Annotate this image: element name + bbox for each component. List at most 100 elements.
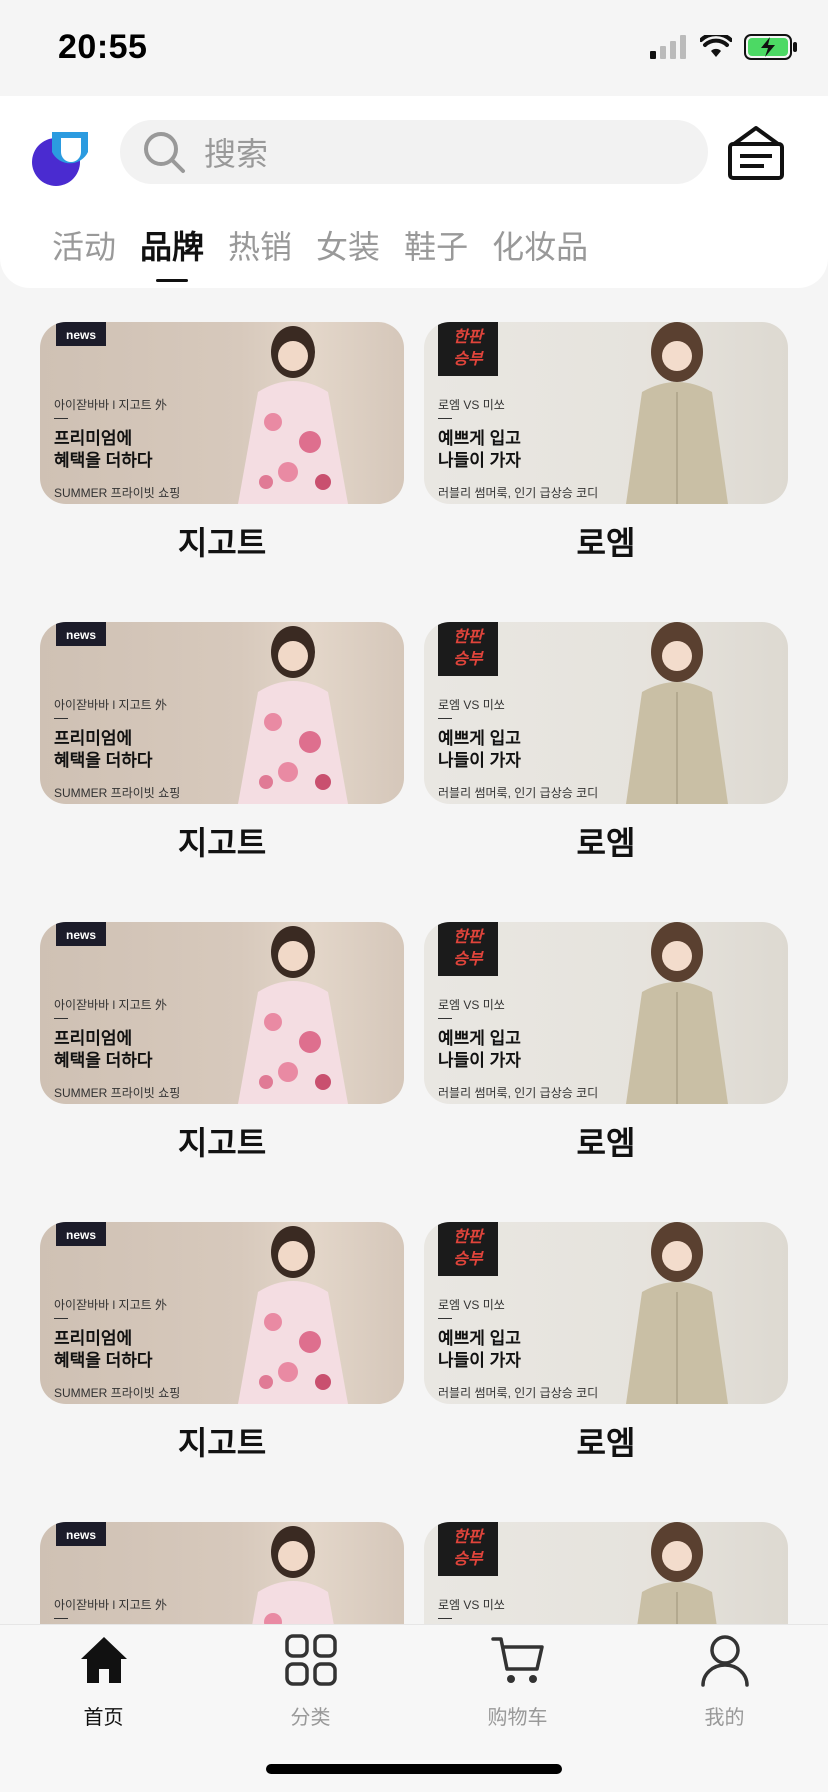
nav-category-label: 分类: [290, 1705, 331, 1729]
banner-title-line1: 예쁘게 입고: [438, 729, 521, 748]
search-bar[interactable]: 搜索: [120, 120, 708, 184]
brand-card[interactable]: news아이잗바바 l 지고트 外프리미엄에혜택을 더하다SUMMER 프라이빗…: [40, 322, 404, 564]
news-badge: news: [56, 1222, 106, 1246]
banner-title-line1: 예쁘게 입고: [438, 1029, 521, 1048]
header: 搜索 活动 品牌 热销 女装 鞋子 化妆品: [0, 96, 828, 288]
home-icon: [81, 1637, 127, 1683]
nav-home[interactable]: 首页: [0, 1625, 207, 1745]
banner-title-line2: 나들이 가자: [438, 1051, 521, 1070]
search-input[interactable]: 搜索: [204, 129, 268, 175]
tab-activity[interactable]: 活动: [52, 222, 116, 278]
brand-card[interactable]: 한판승부로엠 VS 미쏘예쁘게 입고나들이 가자러블리 썸머룩, 인기 급상승 …: [424, 322, 788, 564]
brand-banner[interactable]: news아이잗바바 l 지고트 外프리미엄에혜택을 더하다SUMMER 프라이빗…: [40, 622, 404, 804]
banner-footer: 러블리 썸머룩, 인기 급상승 코디: [438, 786, 599, 800]
banner-title: 프리미엄에혜택을 더하다: [54, 1028, 153, 1072]
promo-badge-line2: 승부: [453, 951, 483, 968]
brand-card[interactable]: 한판승부로엠 VS 미쏘예쁘게 입고나들이 가자러블리 썸머룩, 인기 급상승 …: [424, 1522, 788, 1624]
model-photo: [238, 326, 348, 504]
tab-cosmetics[interactable]: 化妆品: [492, 222, 588, 278]
search-icon: [144, 132, 185, 173]
banner-divider: [54, 418, 68, 419]
brand-name[interactable]: 지고트: [40, 818, 404, 864]
promo-badge-line1: 한판: [453, 629, 483, 646]
model-photo: [238, 626, 348, 804]
grid-icon: [285, 1634, 337, 1686]
message-box-icon[interactable]: [726, 122, 786, 182]
news-badge: news: [56, 622, 106, 646]
banner-divider: [54, 1618, 68, 1619]
brand-card[interactable]: news아이잗바바 l 지고트 外프리미엄에혜택을 더하다SUMMER 프라이빗…: [40, 922, 404, 1164]
model-photo: [252, 1526, 334, 1624]
banner-divider: [54, 1318, 68, 1319]
brand-name[interactable]: 로엠: [424, 1118, 788, 1164]
nav-cart-label: 购物车: [487, 1705, 548, 1729]
brand-name[interactable]: 지고트: [40, 1418, 404, 1464]
banner-subtitle: 로엠 VS 미쏘: [438, 1598, 505, 1612]
battery-charging-icon: [744, 34, 797, 60]
banner-subtitle: 아이잗바바 l 지고트 外: [54, 1298, 167, 1312]
banner-divider: [438, 1018, 452, 1019]
tab-brand[interactable]: 品牌: [140, 222, 204, 278]
nav-profile[interactable]: 我的: [621, 1625, 828, 1745]
tab-hot[interactable]: 热销: [228, 222, 292, 278]
banner-subtitle: 아이잗바바 l 지고트 外: [54, 998, 167, 1012]
banner-title-line2: 혜택을 더하다: [54, 1051, 153, 1070]
status-bar: 20:55: [0, 0, 828, 96]
brand-name[interactable]: 지고트: [40, 518, 404, 564]
banner-footer: 러블리 썸머룩, 인기 급상승 코디: [438, 1386, 599, 1400]
model-photo: [626, 622, 728, 804]
promo-badge: 한판 승부: [438, 1222, 498, 1276]
banner-subtitle: 아이잗바바 l 지고트 外: [54, 398, 167, 412]
promo-badge-line2: 승부: [453, 351, 483, 368]
brand-name[interactable]: 로엠: [424, 1418, 788, 1464]
banner-divider: [438, 418, 452, 419]
banner-title: 예쁘게 입고 나들이 가자: [438, 1328, 521, 1372]
brand-name[interactable]: 로엠: [424, 818, 788, 864]
brand-card[interactable]: news아이잗바바 l 지고트 外프리미엄에혜택을 더하다SUMMER 프라이빗…: [40, 622, 404, 864]
brand-card[interactable]: news아이잗바바 l 지고트 外프리미엄에혜택을 더하다SUMMER 프라이빗…: [40, 1522, 404, 1624]
app-logo: [32, 132, 88, 186]
banner-title: 프리미엄에 혜택을 더하다: [54, 428, 153, 472]
brand-banner[interactable]: 한판승부로엠 VS 미쏘예쁘게 입고나들이 가자러블리 썸머룩, 인기 급상승 …: [424, 1222, 788, 1404]
banner-divider: [438, 1618, 452, 1619]
news-badge: news: [56, 922, 106, 946]
banner-title: 예쁘게 입고 나들이 가자: [438, 728, 521, 772]
banner-title-line2: 나들이 가자: [438, 451, 521, 470]
brand-banner[interactable]: news아이잗바바 l 지고트 外프리미엄에혜택을 더하다SUMMER 프라이빗…: [40, 1222, 404, 1404]
model-photo: [626, 1222, 728, 1404]
model-photo: [238, 926, 348, 1104]
banner-title-line2: 혜택을 더하다: [54, 1351, 153, 1370]
brand-banner[interactable]: 한판승부로엠 VS 미쏘예쁘게 입고나들이 가자러블리 썸머룩, 인기 급상승 …: [424, 322, 788, 504]
banner-title-line1: 프리미엄에: [54, 1029, 133, 1048]
banner-title-line1: 예쁘게 입고: [438, 1329, 521, 1348]
home-indicator: [266, 1764, 562, 1774]
brand-banner[interactable]: 한판승부로엠 VS 미쏘예쁘게 입고나들이 가자러블리 썸머룩, 인기 급상승 …: [424, 622, 788, 804]
brand-card[interactable]: 한판승부로엠 VS 미쏘예쁘게 입고나들이 가자러블리 썸머룩, 인기 급상승 …: [424, 1222, 788, 1464]
brand-card[interactable]: news아이잗바바 l 지고트 外프리미엄에혜택을 더하다SUMMER 프라이빗…: [40, 1222, 404, 1464]
banner-title-line2: 혜택을 더하다: [54, 751, 153, 770]
nav-category[interactable]: 分类: [207, 1625, 414, 1745]
wifi-icon: [700, 35, 732, 57]
brand-card[interactable]: 한판승부로엠 VS 미쏘예쁘게 입고나들이 가자러블리 썸머룩, 인기 급상승 …: [424, 922, 788, 1164]
banner-divider: [54, 1018, 68, 1019]
nav-cart[interactable]: 购物车: [414, 1625, 621, 1745]
brand-banner[interactable]: 한판승부로엠 VS 미쏘예쁘게 입고나들이 가자러블리 썸머룩, 인기 급상승 …: [424, 1522, 788, 1624]
tab-shoes[interactable]: 鞋子: [404, 222, 468, 278]
banner-title: 예쁘게 입고나들이 가자: [438, 1028, 521, 1072]
brand-banner[interactable]: news아이잗바바 l 지고트 外프리미엄에혜택을 더하다SUMMER 프라이빗…: [40, 922, 404, 1104]
brand-name[interactable]: 지고트: [40, 1118, 404, 1164]
nav-profile-label: 我的: [704, 1705, 745, 1729]
brand-banner[interactable]: 한판승부로엠 VS 미쏘예쁘게 입고나들이 가자러블리 썸머룩, 인기 급상승 …: [424, 922, 788, 1104]
promo-badge: 한판 승부: [438, 1522, 498, 1576]
model-photo: [626, 922, 728, 1104]
banner-subtitle: 로엠 VS 미쏘: [438, 698, 505, 712]
brand-banner[interactable]: news아이잗바바 l 지고트 外프리미엄에혜택을 더하다SUMMER 프라이빗…: [40, 1522, 404, 1624]
promo-badge-line2: 승부: [453, 651, 483, 668]
tab-women[interactable]: 女装: [316, 222, 380, 278]
brand-name[interactable]: 로엠: [424, 518, 788, 564]
brand-card[interactable]: 한판승부로엠 VS 미쏘예쁘게 입고나들이 가자러블리 썸머룩, 인기 급상승 …: [424, 622, 788, 864]
brand-grid: news 아이잗바바 l 지고트 外 프리미엄에 혜택을 더하다 SUMMER 프라이빗…: [40, 322, 788, 1624]
banner-divider: [54, 718, 68, 719]
promo-badge-line1: 한판: [453, 929, 483, 946]
brand-banner[interactable]: news아이잗바바 l 지고트 外프리미엄에혜택을 더하다SUMMER 프라이빗…: [40, 322, 404, 504]
